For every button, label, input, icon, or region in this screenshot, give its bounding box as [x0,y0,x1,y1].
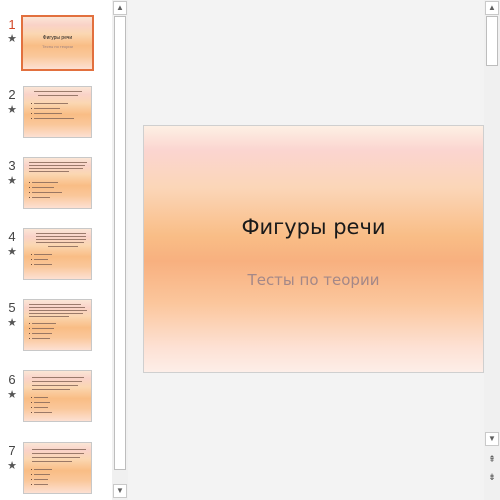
slide-number-5: 5 [8,300,16,315]
slide-thumbnail-7[interactable] [23,442,92,494]
transition-star-icon: ★ [7,317,17,329]
scroll-down-arrow-icon[interactable]: ▼ [113,484,127,498]
slide-thumbnail-2[interactable] [23,86,92,138]
scroll-up-arrow-icon[interactable]: ▲ [485,1,499,15]
slide-thumbnail-3[interactable] [23,157,92,209]
scrollbar-thumb[interactable] [486,16,498,66]
slide-number-2: 2 [8,87,16,102]
slide-number-3: 3 [8,158,16,173]
main-slide-canvas[interactable]: Фигуры речи Тесты по теории [143,125,484,373]
slide-number-1: 1 [8,17,16,32]
transition-star-icon: ★ [7,175,17,187]
slide-thumbnail-6[interactable] [23,370,92,422]
thumbnail-title: Фигуры речи [42,35,73,41]
slide-number-7: 7 [8,443,16,458]
slide-thumbnail-5[interactable] [23,299,92,351]
slide-title[interactable]: Фигуры речи [144,215,483,239]
scrollbar-thumb[interactable] [114,16,126,470]
previous-slide-icon[interactable]: ⇞ [485,452,499,466]
transition-star-icon: ★ [7,389,17,401]
transition-star-icon: ★ [7,246,17,258]
scroll-down-arrow-icon[interactable]: ▼ [485,432,499,446]
scroll-up-arrow-icon[interactable]: ▲ [113,1,127,15]
slide-subtitle[interactable]: Тесты по теории [144,271,483,289]
slide-thumbnail-1[interactable]: Фигуры речи Тесты по теории [21,15,94,71]
slide-scrollbar[interactable]: ▲ ▼ ⇞ ⇟ [484,0,500,500]
slide-thumbnail-4[interactable] [23,228,92,280]
thumbnail-subtitle: Тесты по теории [42,44,73,49]
transition-star-icon: ★ [7,33,17,45]
slide-thumbnail-pane: 1 ★ Фигуры речи Тесты по теории 2 ★ 3 ★ … [0,0,112,500]
slide-number-6: 6 [8,372,16,387]
slide-number-4: 4 [8,229,16,244]
next-slide-icon[interactable]: ⇟ [485,470,499,484]
transition-star-icon: ★ [7,460,17,472]
thumbnail-scrollbar[interactable]: ▲ ▼ [112,0,128,500]
transition-star-icon: ★ [7,104,17,116]
